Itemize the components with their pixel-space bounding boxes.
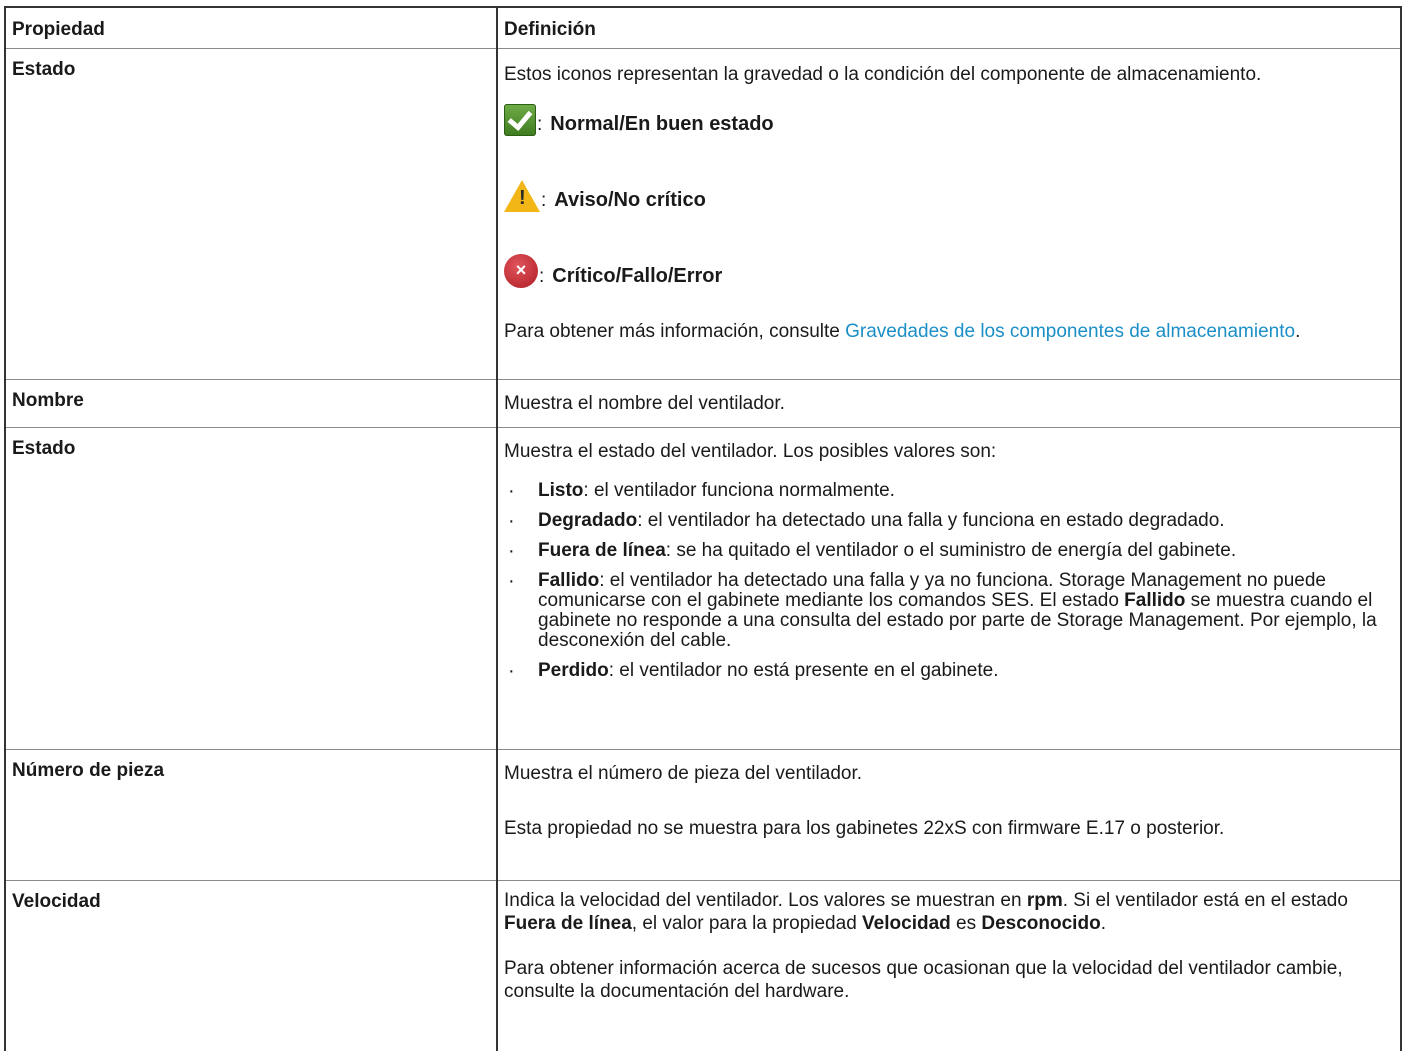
table-row: Estado Muestra el estado del ventilador.… [5, 427, 1401, 750]
property-cell: Velocidad [5, 880, 498, 1051]
property-cell: Nombre [5, 379, 498, 428]
state-values-list: Listo: el ventilador funciona normalment… [504, 481, 1394, 682]
definition-cell: Muestra el estado del ventilador. Los po… [497, 427, 1401, 750]
more-info-text: Para obtener más información, consulte G… [504, 321, 1301, 342]
table-row: Número de pieza Muestra el número de pie… [5, 749, 1401, 881]
list-item: Listo: el ventilador funciona normalment… [504, 481, 1394, 502]
speed-note: Para obtener información acerca de suces… [504, 958, 1343, 1002]
list-item: Fallido: el ventilador ha detectado una … [504, 571, 1394, 651]
definition-cell: Indica la velocidad del ventilador. Los … [497, 881, 1401, 1051]
speed-definition: Indica la velocidad del ventilador. Los … [504, 890, 1348, 934]
properties-table: Propiedad Definición Estado Estos iconos… [4, 6, 1402, 1051]
definition-cell: Estos iconos representan la gravedad o l… [497, 48, 1401, 380]
column-header-definition: Definición [497, 7, 1401, 49]
table-row: Velocidad Indica la velocidad del ventil… [5, 880, 1401, 1051]
list-item: Fuera de línea: se ha quitado el ventila… [504, 541, 1394, 562]
list-item: Degradado: el ventilador ha detectado un… [504, 511, 1394, 532]
warning-icon: ! [504, 180, 540, 212]
severity-critical: × : Crítico/Fallo/Error [504, 248, 1394, 288]
property-cell: Estado [5, 427, 498, 750]
severity-warning: ! : Aviso/No crítico [504, 172, 1394, 212]
definition-cell: Muestra el nombre del ventilador. [497, 379, 1401, 428]
severity-normal: : Normal/En buen estado [504, 96, 1394, 136]
column-header-property: Propiedad [5, 7, 498, 49]
table-row: Estado Estos iconos representan la grave… [5, 48, 1401, 380]
definition-text: Estos iconos representan la gravedad o l… [504, 64, 1262, 85]
check-icon [504, 104, 536, 136]
table-header-row: Propiedad Definición [5, 7, 1401, 49]
property-cell: Estado [5, 48, 498, 380]
list-item: Perdido: el ventilador no está presente … [504, 661, 1394, 682]
severities-link[interactable]: Gravedades de los componentes de almacen… [845, 321, 1295, 342]
error-icon: × [504, 254, 538, 288]
property-cell: Número de pieza [5, 749, 498, 881]
definition-cell: Muestra el número de pieza del ventilado… [497, 749, 1401, 881]
table-row: Nombre Muestra el nombre del ventilador. [5, 379, 1401, 428]
